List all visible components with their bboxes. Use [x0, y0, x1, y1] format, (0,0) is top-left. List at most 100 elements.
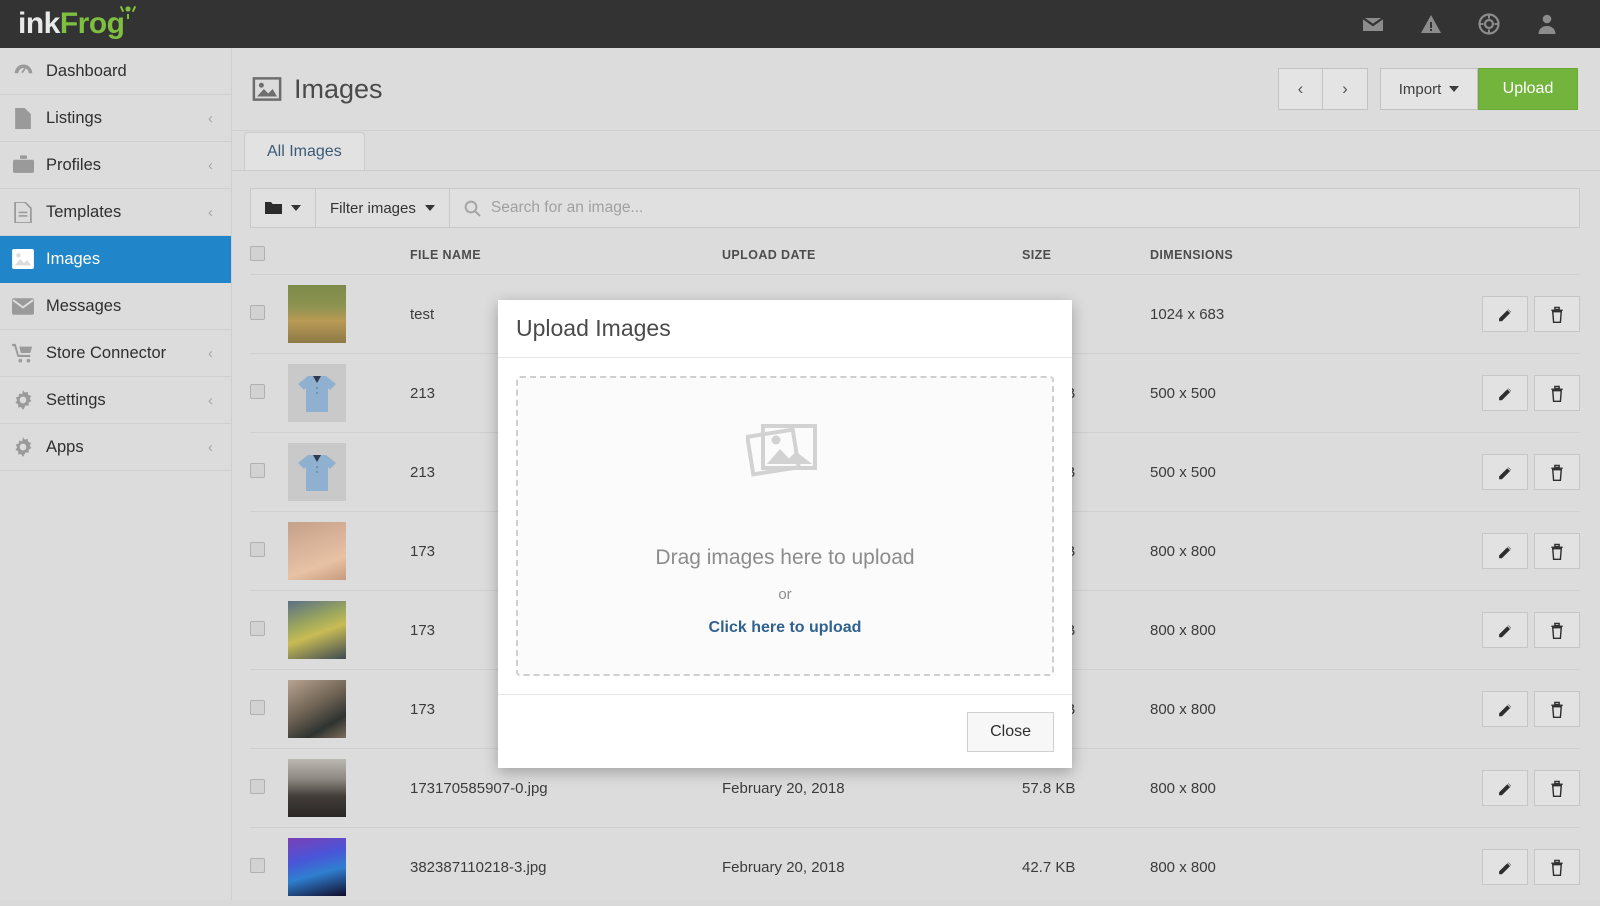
- row-actions-cell: [1420, 670, 1580, 749]
- delete-button[interactable]: [1534, 454, 1580, 490]
- row-select-cell: [250, 275, 288, 354]
- edit-button[interactable]: [1482, 533, 1528, 569]
- row-checkbox[interactable]: [250, 700, 265, 715]
- filter-images-button[interactable]: Filter images: [316, 189, 450, 227]
- sidebar-item-label: Listings: [46, 109, 208, 128]
- click-here-to-upload-link[interactable]: Click here to upload: [709, 619, 862, 637]
- sidebar-item-settings[interactable]: Settings‹: [0, 377, 231, 424]
- row-checkbox[interactable]: [250, 542, 265, 557]
- briefcase-icon: [0, 155, 46, 175]
- select-all-checkbox[interactable]: [250, 246, 265, 261]
- tab-strip: All Images: [232, 131, 1600, 171]
- row-actions-cell: [1420, 433, 1580, 512]
- image-thumbnail[interactable]: [288, 759, 346, 817]
- import-button-label: Import: [1399, 81, 1442, 98]
- top-bar: inkFrog: [0, 0, 1600, 48]
- image-thumbnail[interactable]: [288, 285, 346, 343]
- sidebar-item-label: Settings: [46, 391, 208, 410]
- row-thumbnail-cell: [288, 433, 410, 512]
- edit-button[interactable]: [1482, 296, 1528, 332]
- modal-header: Upload Images: [498, 300, 1072, 358]
- row-checkbox[interactable]: [250, 305, 265, 320]
- row-checkbox[interactable]: [250, 621, 265, 636]
- row-thumbnail-cell: [288, 354, 410, 433]
- chevron-down-icon: [425, 205, 435, 211]
- edit-button[interactable]: [1482, 691, 1528, 727]
- row-actions-cell: [1420, 591, 1580, 670]
- document-icon: [0, 202, 46, 223]
- row-upload-date: February 20, 2018: [722, 828, 1022, 906]
- prev-page-button[interactable]: ‹: [1278, 68, 1323, 110]
- row-thumbnail-cell: [288, 670, 410, 749]
- sidebar-item-apps[interactable]: Apps‹: [0, 424, 231, 471]
- lifering-icon[interactable]: [1460, 0, 1518, 48]
- row-dimensions: 800 x 800: [1150, 591, 1420, 670]
- table-row[interactable]: 382387110218-3.jpgFebruary 20, 201842.7 …: [250, 828, 1580, 906]
- sidebar-item-messages[interactable]: Messages: [0, 283, 231, 330]
- row-dimensions: 800 x 800: [1150, 749, 1420, 828]
- modal-body: Drag images here to upload or Click here…: [498, 358, 1072, 694]
- image-thumbnail[interactable]: [288, 364, 346, 422]
- delete-button[interactable]: [1534, 375, 1580, 411]
- mail-icon[interactable]: [1344, 0, 1402, 48]
- page-header-actions: ‹ › Import Upload: [1278, 68, 1578, 110]
- user-icon[interactable]: [1518, 0, 1576, 48]
- alert-icon[interactable]: [1402, 0, 1460, 48]
- upload-button[interactable]: Upload: [1478, 68, 1578, 110]
- col-file-name[interactable]: FILE NAME: [410, 228, 722, 275]
- frog-mark-icon: [119, 5, 137, 25]
- col-dimensions[interactable]: DIMENSIONS: [1150, 228, 1420, 275]
- gear-icon: [0, 390, 46, 410]
- row-checkbox[interactable]: [250, 384, 265, 399]
- sidebar-item-store-connector[interactable]: Store Connector‹: [0, 330, 231, 377]
- sidebar-item-profiles[interactable]: Profiles‹: [0, 142, 231, 189]
- tab-all-images[interactable]: All Images: [244, 132, 365, 170]
- sidebar-item-label: Store Connector: [46, 344, 208, 363]
- row-checkbox[interactable]: [250, 779, 265, 794]
- edit-button[interactable]: [1482, 849, 1528, 885]
- row-dimensions: 800 x 800: [1150, 512, 1420, 591]
- file-icon: [0, 108, 46, 129]
- gear-icon: [0, 437, 46, 457]
- edit-button[interactable]: [1482, 454, 1528, 490]
- row-checkbox[interactable]: [250, 858, 265, 873]
- sidebar-item-images[interactable]: Images: [0, 236, 231, 283]
- import-button[interactable]: Import: [1380, 68, 1478, 110]
- edit-button[interactable]: [1482, 770, 1528, 806]
- row-actions-cell: [1420, 275, 1580, 354]
- delete-button[interactable]: [1534, 612, 1580, 648]
- close-button[interactable]: Close: [967, 712, 1054, 752]
- sidebar: DashboardListings‹Profiles‹Templates‹Ima…: [0, 48, 232, 900]
- col-size[interactable]: SIZE: [1022, 228, 1150, 275]
- folder-filter-button[interactable]: [251, 189, 316, 227]
- folder-icon: [265, 201, 282, 215]
- sidebar-item-templates[interactable]: Templates‹: [0, 189, 231, 236]
- row-thumbnail-cell: [288, 512, 410, 591]
- delete-button[interactable]: [1534, 533, 1580, 569]
- edit-button[interactable]: [1482, 375, 1528, 411]
- row-checkbox[interactable]: [250, 463, 265, 478]
- chevron-left-icon: ‹: [208, 346, 213, 361]
- search-input[interactable]: [491, 199, 1579, 217]
- delete-button[interactable]: [1534, 770, 1580, 806]
- row-thumbnail-cell: [288, 828, 410, 906]
- image-thumbnail[interactable]: [288, 522, 346, 580]
- delete-button[interactable]: [1534, 691, 1580, 727]
- search-icon: [464, 200, 481, 217]
- delete-button[interactable]: [1534, 849, 1580, 885]
- image-thumbnail[interactable]: [288, 601, 346, 659]
- image-thumbnail[interactable]: [288, 838, 346, 896]
- chevron-left-icon: ‹: [208, 440, 213, 455]
- image-icon: [0, 249, 46, 269]
- upload-dropzone[interactable]: Drag images here to upload or Click here…: [516, 376, 1054, 676]
- col-upload-date[interactable]: UPLOAD DATE: [722, 228, 1022, 275]
- edit-button[interactable]: [1482, 612, 1528, 648]
- next-page-button[interactable]: ›: [1323, 68, 1368, 110]
- delete-button[interactable]: [1534, 296, 1580, 332]
- brand-logo[interactable]: inkFrog: [18, 9, 125, 39]
- sidebar-item-listings[interactable]: Listings‹: [0, 95, 231, 142]
- sidebar-item-dashboard[interactable]: Dashboard: [0, 48, 231, 95]
- image-thumbnail[interactable]: [288, 680, 346, 738]
- image-thumbnail[interactable]: [288, 443, 346, 501]
- row-select-cell: [250, 591, 288, 670]
